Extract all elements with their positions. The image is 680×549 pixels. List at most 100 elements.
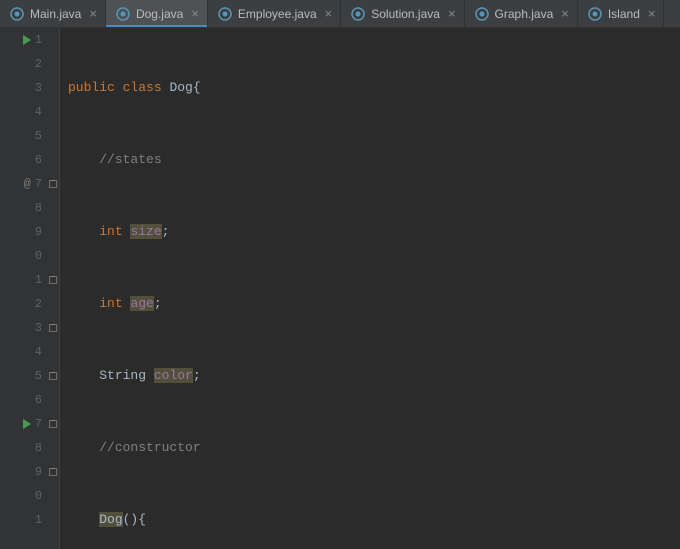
- fold-cell: [46, 340, 59, 364]
- close-icon[interactable]: ×: [89, 6, 97, 21]
- semicolon: ;: [154, 296, 162, 311]
- fold-cell: [46, 268, 59, 292]
- fold-cell: [46, 28, 59, 52]
- override-icon[interactable]: @: [24, 172, 31, 196]
- gutter-line[interactable]: 4: [0, 340, 42, 364]
- code-line: public class Dog{: [68, 76, 680, 100]
- fold-cell: [46, 364, 59, 388]
- gutter-line[interactable]: 3: [0, 316, 42, 340]
- keyword: class: [123, 80, 162, 95]
- line-number: 4: [35, 100, 42, 124]
- gutter-line[interactable]: 9: [0, 460, 42, 484]
- file-tab[interactable]: Island×: [578, 0, 665, 27]
- line-number: 6: [35, 148, 42, 172]
- gutter-line[interactable]: 1: [0, 28, 42, 52]
- run-icon[interactable]: [23, 35, 31, 45]
- line-number: 1: [35, 28, 42, 52]
- tab-label: Solution.java: [371, 7, 440, 21]
- fold-cell: [46, 124, 59, 148]
- gutter-line[interactable]: 8: [0, 196, 42, 220]
- fold-toggle-icon[interactable]: [49, 420, 57, 428]
- file-tab[interactable]: Dog.java×: [106, 0, 208, 27]
- fold-cell: [46, 196, 59, 220]
- fold-toggle-icon[interactable]: [49, 372, 57, 380]
- run-icon[interactable]: [23, 419, 31, 429]
- file-tab[interactable]: Graph.java×: [465, 0, 578, 27]
- close-icon[interactable]: ×: [561, 6, 569, 21]
- paren: (){: [123, 512, 146, 527]
- gutter-line[interactable]: 2: [0, 292, 42, 316]
- java-file-icon: [116, 7, 130, 21]
- line-number: 5: [35, 364, 42, 388]
- semicolon: ;: [162, 224, 170, 239]
- fold-cell: [46, 100, 59, 124]
- gutter-line[interactable]: @7: [0, 172, 42, 196]
- fold-cell: [46, 52, 59, 76]
- gutter-line[interactable]: 5: [0, 124, 42, 148]
- fold-toggle-icon[interactable]: [49, 180, 57, 188]
- fold-toggle-icon[interactable]: [49, 324, 57, 332]
- file-tab[interactable]: Solution.java ×: [341, 0, 464, 27]
- fold-cell: [46, 316, 59, 340]
- semicolon: ;: [193, 368, 201, 383]
- file-tab[interactable]: Employee.java ×: [208, 0, 341, 27]
- java-file-icon: [351, 7, 365, 21]
- fold-cell: [46, 460, 59, 484]
- fold-cell: [46, 244, 59, 268]
- close-icon[interactable]: ×: [191, 6, 199, 21]
- close-icon[interactable]: ×: [325, 6, 333, 21]
- line-number: 9: [35, 220, 42, 244]
- gutter-line[interactable]: 0: [0, 484, 42, 508]
- gutter-line[interactable]: 3: [0, 76, 42, 100]
- line-number: 1: [35, 268, 42, 292]
- constructor-name: Dog: [99, 512, 122, 527]
- line-number: 9: [35, 460, 42, 484]
- gutter-line[interactable]: 1: [0, 268, 42, 292]
- code-area[interactable]: public class Dog{ //states int size; int…: [60, 28, 680, 549]
- keyword: int: [99, 224, 122, 239]
- gutter-line[interactable]: 8: [0, 436, 42, 460]
- field: color: [154, 368, 193, 383]
- line-number: 6: [35, 388, 42, 412]
- line-number: 7: [35, 412, 42, 436]
- fold-toggle-icon[interactable]: [49, 468, 57, 476]
- line-number: 1: [35, 508, 42, 532]
- fold-cell: [46, 436, 59, 460]
- gutter-line[interactable]: 5: [0, 364, 42, 388]
- line-number: 5: [35, 124, 42, 148]
- field: size: [130, 224, 161, 239]
- file-tab[interactable]: Main.java×: [0, 0, 106, 27]
- fold-cell: [46, 148, 59, 172]
- gutter-line[interactable]: 6: [0, 388, 42, 412]
- close-icon[interactable]: ×: [448, 6, 456, 21]
- gutter-line[interactable]: 0: [0, 244, 42, 268]
- fold-column: [46, 28, 60, 549]
- gutter-line[interactable]: 7: [0, 412, 42, 436]
- line-number: 0: [35, 484, 42, 508]
- class-name: Dog: [169, 80, 192, 95]
- gutter-line[interactable]: 1: [0, 508, 42, 532]
- fold-cell: [46, 412, 59, 436]
- keyword: int: [99, 296, 122, 311]
- gutter-line[interactable]: 6: [0, 148, 42, 172]
- line-number: 8: [35, 196, 42, 220]
- code-line: String color;: [68, 364, 680, 388]
- gutter-line[interactable]: 2: [0, 52, 42, 76]
- line-number: 3: [35, 76, 42, 100]
- fold-toggle-icon[interactable]: [49, 276, 57, 284]
- code-line: //states: [68, 148, 680, 172]
- fold-cell: [46, 508, 59, 532]
- code-line: //constructor: [68, 436, 680, 460]
- fold-cell: [46, 172, 59, 196]
- tab-label: Employee.java: [238, 7, 317, 21]
- gutter-line[interactable]: 9: [0, 220, 42, 244]
- close-icon[interactable]: ×: [648, 6, 656, 21]
- code-line: int size;: [68, 220, 680, 244]
- java-file-icon: [588, 7, 602, 21]
- gutter-line[interactable]: 4: [0, 100, 42, 124]
- line-number: 0: [35, 244, 42, 268]
- java-file-icon: [10, 7, 24, 21]
- code-line: Dog(){: [68, 508, 680, 532]
- line-number: 2: [35, 52, 42, 76]
- comment: //states: [99, 152, 161, 167]
